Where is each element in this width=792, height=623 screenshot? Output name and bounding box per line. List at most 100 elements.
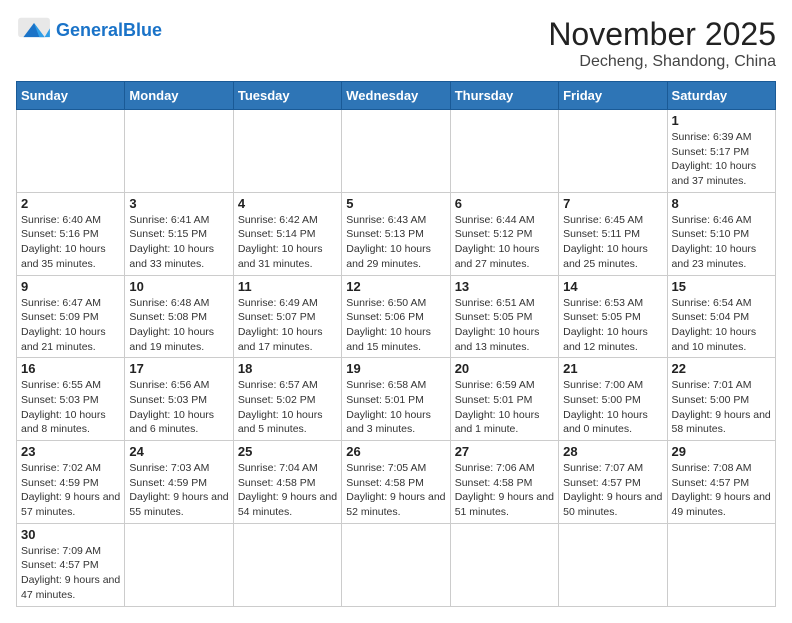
table-row <box>125 110 233 193</box>
day-number: 12 <box>346 279 445 294</box>
day-number: 9 <box>21 279 120 294</box>
day-info: Sunrise: 7:01 AM Sunset: 5:00 PM Dayligh… <box>672 378 771 437</box>
table-row: 14 Sunrise: 6:53 AM Sunset: 5:05 PM Dayli… <box>559 275 667 358</box>
header-wednesday: Wednesday <box>342 82 450 110</box>
day-number: 15 <box>672 279 771 294</box>
day-info: Sunrise: 7:00 AM Sunset: 5:00 PM Dayligh… <box>563 378 662 437</box>
day-info: Sunrise: 7:04 AM Sunset: 4:58 PM Dayligh… <box>238 461 337 520</box>
calendar-table: Sunday Monday Tuesday Wednesday Thursday… <box>16 81 776 607</box>
table-row: 29 Sunrise: 7:08 AM Sunset: 4:57 PM Dayli… <box>667 441 775 524</box>
day-info: Sunrise: 7:09 AM Sunset: 4:57 PM Dayligh… <box>21 544 120 603</box>
logo-general: General <box>56 20 123 40</box>
header-thursday: Thursday <box>450 82 558 110</box>
calendar-row: 30 Sunrise: 7:09 AM Sunset: 4:57 PM Dayli… <box>17 523 776 606</box>
day-info: Sunrise: 6:53 AM Sunset: 5:05 PM Dayligh… <box>563 296 662 355</box>
day-info: Sunrise: 6:54 AM Sunset: 5:04 PM Dayligh… <box>672 296 771 355</box>
table-row: 12 Sunrise: 6:50 AM Sunset: 5:06 PM Dayli… <box>342 275 450 358</box>
day-info: Sunrise: 6:40 AM Sunset: 5:16 PM Dayligh… <box>21 213 120 272</box>
month-title: November 2025 <box>548 16 776 53</box>
table-row: 8 Sunrise: 6:46 AM Sunset: 5:10 PM Daylig… <box>667 192 775 275</box>
day-number: 2 <box>21 196 120 211</box>
table-row: 11 Sunrise: 6:49 AM Sunset: 5:07 PM Dayli… <box>233 275 341 358</box>
header-saturday: Saturday <box>667 82 775 110</box>
day-number: 19 <box>346 361 445 376</box>
table-row <box>17 110 125 193</box>
logo-blue: Blue <box>123 20 162 40</box>
table-row <box>233 110 341 193</box>
day-number: 16 <box>21 361 120 376</box>
day-number: 3 <box>129 196 228 211</box>
table-row: 6 Sunrise: 6:44 AM Sunset: 5:12 PM Daylig… <box>450 192 558 275</box>
day-info: Sunrise: 6:58 AM Sunset: 5:01 PM Dayligh… <box>346 378 445 437</box>
table-row: 16 Sunrise: 6:55 AM Sunset: 5:03 PM Dayli… <box>17 358 125 441</box>
table-row: 20Sunrise: 6:59 AM Sunset: 5:01 PM Dayli… <box>450 358 558 441</box>
title-area: November 2025 Decheng, Shandong, China <box>548 16 776 71</box>
day-number: 25 <box>238 444 337 459</box>
table-row: 22 Sunrise: 7:01 AM Sunset: 5:00 PM Dayli… <box>667 358 775 441</box>
day-info: Sunrise: 6:59 AM Sunset: 5:01 PM Dayligh… <box>455 378 554 437</box>
logo: GeneralBlue <box>16 16 162 46</box>
calendar-row: 9 Sunrise: 6:47 AM Sunset: 5:09 PM Daylig… <box>17 275 776 358</box>
day-info: Sunrise: 6:41 AM Sunset: 5:15 PM Dayligh… <box>129 213 228 272</box>
day-info: Sunrise: 6:56 AM Sunset: 5:03 PM Dayligh… <box>129 378 228 437</box>
day-number: 22 <box>672 361 771 376</box>
day-info: Sunrise: 6:44 AM Sunset: 5:12 PM Dayligh… <box>455 213 554 272</box>
table-row: 21 Sunrise: 7:00 AM Sunset: 5:00 PM Dayli… <box>559 358 667 441</box>
day-number: 29 <box>672 444 771 459</box>
day-number: 23 <box>21 444 120 459</box>
day-number: 13 <box>455 279 554 294</box>
day-number: 4 <box>238 196 337 211</box>
day-number: 11 <box>238 279 337 294</box>
table-row: 18Sunrise: 6:57 AM Sunset: 5:02 PM Dayli… <box>233 358 341 441</box>
header-friday: Friday <box>559 82 667 110</box>
day-info: Sunrise: 6:46 AM Sunset: 5:10 PM Dayligh… <box>672 213 771 272</box>
day-info: Sunrise: 6:49 AM Sunset: 5:07 PM Dayligh… <box>238 296 337 355</box>
day-number: 5 <box>346 196 445 211</box>
day-number: 21 <box>563 361 662 376</box>
table-row: 7Sunrise: 6:45 AM Sunset: 5:11 PM Daylig… <box>559 192 667 275</box>
day-info: Sunrise: 6:45 AM Sunset: 5:11 PM Dayligh… <box>563 213 662 272</box>
table-row <box>450 523 558 606</box>
table-row: 17Sunrise: 6:56 AM Sunset: 5:03 PM Dayli… <box>125 358 233 441</box>
day-info: Sunrise: 7:03 AM Sunset: 4:59 PM Dayligh… <box>129 461 228 520</box>
day-number: 6 <box>455 196 554 211</box>
table-row: 24 Sunrise: 7:03 AM Sunset: 4:59 PM Dayli… <box>125 441 233 524</box>
day-info: Sunrise: 6:55 AM Sunset: 5:03 PM Dayligh… <box>21 378 120 437</box>
day-info: Sunrise: 7:06 AM Sunset: 4:58 PM Dayligh… <box>455 461 554 520</box>
table-row: 26Sunrise: 7:05 AM Sunset: 4:58 PM Dayli… <box>342 441 450 524</box>
logo-text: GeneralBlue <box>56 21 162 41</box>
table-row: 27Sunrise: 7:06 AM Sunset: 4:58 PM Dayli… <box>450 441 558 524</box>
day-info: Sunrise: 7:05 AM Sunset: 4:58 PM Dayligh… <box>346 461 445 520</box>
table-row <box>342 523 450 606</box>
day-info: Sunrise: 6:39 AM Sunset: 5:17 PM Dayligh… <box>672 130 771 189</box>
day-number: 30 <box>21 527 120 542</box>
day-number: 24 <box>129 444 228 459</box>
table-row: 3 Sunrise: 6:41 AM Sunset: 5:15 PM Daylig… <box>125 192 233 275</box>
table-row <box>233 523 341 606</box>
day-info: Sunrise: 7:07 AM Sunset: 4:57 PM Dayligh… <box>563 461 662 520</box>
table-row <box>559 110 667 193</box>
day-info: Sunrise: 6:50 AM Sunset: 5:06 PM Dayligh… <box>346 296 445 355</box>
header-sunday: Sunday <box>17 82 125 110</box>
day-number: 1 <box>672 113 771 128</box>
day-info: Sunrise: 6:47 AM Sunset: 5:09 PM Dayligh… <box>21 296 120 355</box>
day-info: Sunrise: 7:02 AM Sunset: 4:59 PM Dayligh… <box>21 461 120 520</box>
day-info: Sunrise: 6:43 AM Sunset: 5:13 PM Dayligh… <box>346 213 445 272</box>
table-row: 2 Sunrise: 6:40 AM Sunset: 5:16 PM Daylig… <box>17 192 125 275</box>
table-row <box>125 523 233 606</box>
day-number: 8 <box>672 196 771 211</box>
day-number: 10 <box>129 279 228 294</box>
day-info: Sunrise: 6:48 AM Sunset: 5:08 PM Dayligh… <box>129 296 228 355</box>
day-info: Sunrise: 7:08 AM Sunset: 4:57 PM Dayligh… <box>672 461 771 520</box>
calendar-row: 1 Sunrise: 6:39 AM Sunset: 5:17 PM Daylig… <box>17 110 776 193</box>
table-row: 9 Sunrise: 6:47 AM Sunset: 5:09 PM Daylig… <box>17 275 125 358</box>
day-number: 18 <box>238 361 337 376</box>
day-info: Sunrise: 6:51 AM Sunset: 5:05 PM Dayligh… <box>455 296 554 355</box>
day-info: Sunrise: 6:42 AM Sunset: 5:14 PM Dayligh… <box>238 213 337 272</box>
day-number: 14 <box>563 279 662 294</box>
table-row <box>559 523 667 606</box>
location-title: Decheng, Shandong, China <box>548 53 776 71</box>
table-row: 5 Sunrise: 6:43 AM Sunset: 5:13 PM Daylig… <box>342 192 450 275</box>
table-row <box>450 110 558 193</box>
table-row: 15 Sunrise: 6:54 AM Sunset: 5:04 PM Dayli… <box>667 275 775 358</box>
